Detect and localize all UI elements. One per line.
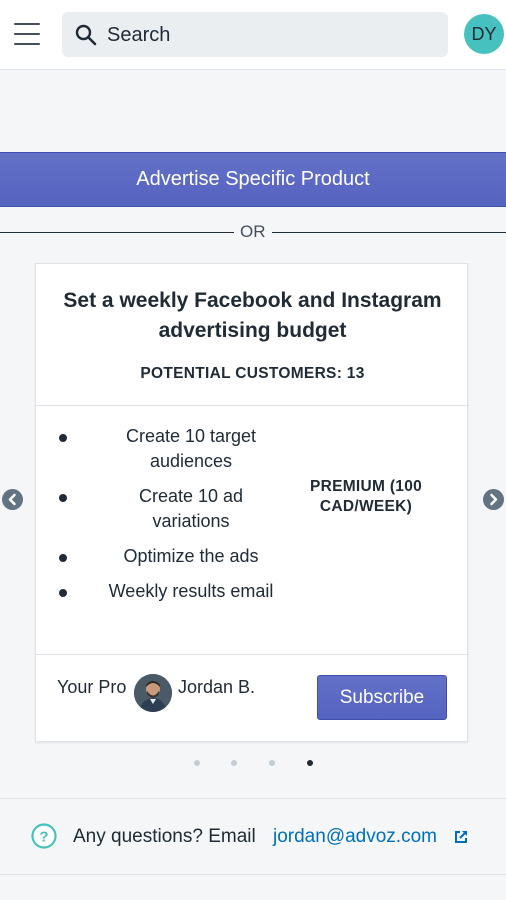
subscribe-button[interactable]: Subscribe [317,675,447,720]
bullet-icon [59,434,67,442]
your-pro-label: Your Pro [57,677,127,697]
carousel-prev-button[interactable] [2,489,23,510]
pro-avatar-photo [134,674,172,712]
feature-item: Weekly results email [36,579,296,604]
plan-name: PREMIUM (100 CAD/WEEK) [309,478,423,515]
or-label: OR [240,222,266,241]
card-divider [36,405,469,406]
pro-name: Jordan B. [178,677,256,697]
search-input[interactable]: Search [62,12,448,57]
svg-text:?: ? [39,829,48,846]
or-separator: OR [0,220,506,244]
separator-line-left [0,232,234,233]
chevron-right-icon [490,493,498,506]
carousel-pagination [190,760,320,770]
separator-line-right [272,232,506,233]
carousel-dot[interactable] [231,760,237,766]
plan-card-title: Set a weekly Facebook and Instagram adve… [63,289,442,342]
help-text: Any questions? Email [73,826,256,847]
feature-list: Create 10 target audiences Create 10 ad … [36,424,296,614]
potential-customers: POTENTIAL CUSTOMERS: 13 [140,365,365,382]
external-link-icon[interactable] [454,830,468,844]
bullet-icon [59,589,67,597]
feature-item: Create 10 ad variations [36,484,296,534]
help-footer: ? Any questions? Email jordan@advoz.com [0,798,506,875]
card-divider [36,654,469,655]
bullet-icon [59,494,67,502]
carousel-dot[interactable] [194,760,200,766]
pro-avatar [134,674,172,712]
advertise-specific-product-button[interactable]: Advertise Specific Product [0,152,506,207]
carousel-next-button[interactable] [483,489,504,510]
search-placeholder: Search [107,24,171,46]
bullet-icon [59,554,67,562]
email-link[interactable]: jordan@advoz.com [273,826,437,848]
hamburger-menu-icon[interactable] [14,23,42,45]
top-bar: Search DY [0,0,506,70]
search-icon [75,24,97,46]
carousel-dot[interactable] [269,760,275,766]
feature-item: Optimize the ads [36,544,296,569]
chevron-left-icon [8,493,16,506]
user-avatar[interactable]: DY [464,14,504,54]
carousel-dot-active[interactable] [307,760,313,766]
plan-card: Set a weekly Facebook and Instagram adve… [35,263,469,742]
feature-item: Create 10 target audiences [36,424,296,474]
question-circle-icon: ? [31,823,57,849]
